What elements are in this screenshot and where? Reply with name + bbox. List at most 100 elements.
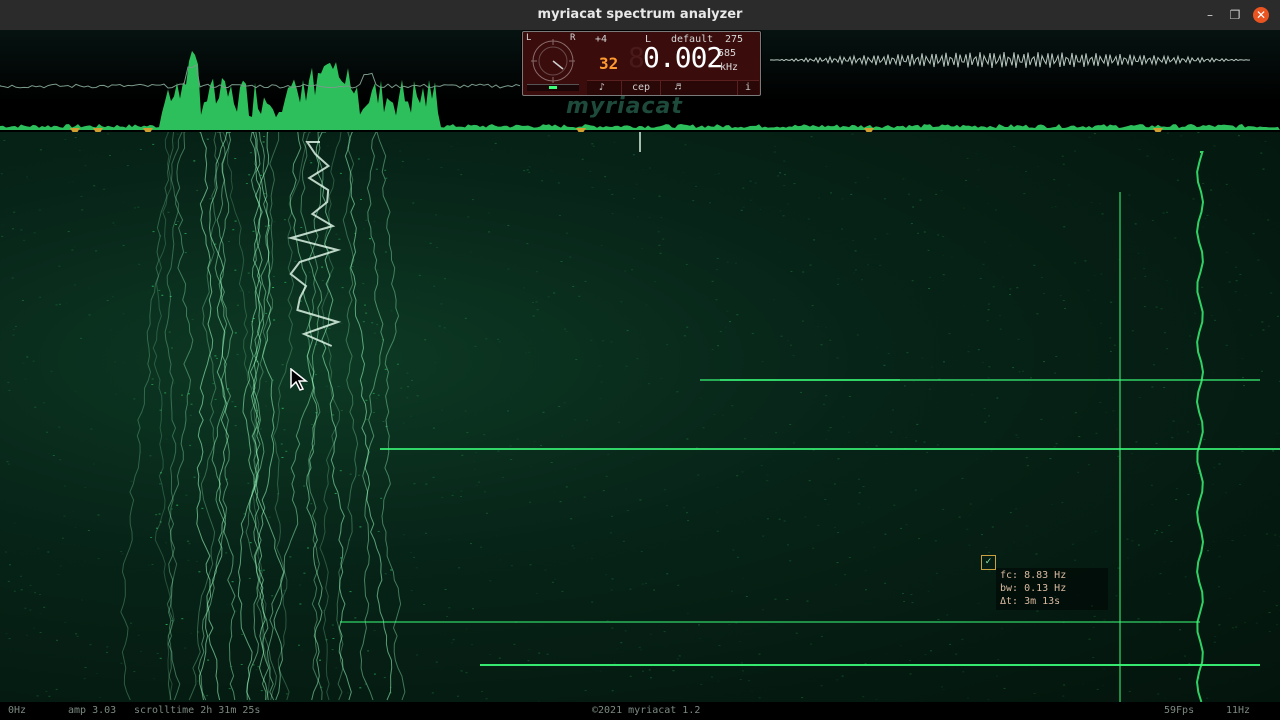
waterfall-speckle bbox=[899, 645, 902, 647]
waterfall-speckle bbox=[39, 296, 42, 298]
waterfall-speckle bbox=[651, 579, 653, 580]
waterfall-speckle bbox=[842, 416, 845, 418]
waterfall-speckle bbox=[1071, 543, 1074, 545]
waterfall-speckle bbox=[362, 228, 365, 230]
waterfall-speckle bbox=[1151, 220, 1154, 221]
waterfall-speckle bbox=[483, 434, 486, 436]
cepstrum-button[interactable]: cep bbox=[621, 81, 661, 95]
waterfall-speckle bbox=[979, 277, 982, 279]
waterfall-speckle bbox=[584, 690, 587, 691]
waterfall-speckle bbox=[758, 653, 761, 655]
waterfall-speckle bbox=[133, 671, 136, 673]
waterfall-speckle bbox=[410, 552, 412, 553]
waterfall-speckle bbox=[879, 264, 881, 266]
waterfall-speckle bbox=[984, 421, 987, 423]
waterfall-speckle bbox=[189, 444, 192, 446]
waterfall-speckle bbox=[331, 649, 334, 651]
waterfall-speckle bbox=[66, 302, 68, 303]
waterfall-speckle bbox=[946, 614, 949, 616]
waterfall-speckle bbox=[633, 197, 635, 199]
waterfall-speckle bbox=[47, 551, 50, 553]
waterfall-speckle bbox=[176, 504, 179, 506]
waterfall-speckle bbox=[1092, 564, 1094, 565]
waterfall-speckle bbox=[1116, 428, 1118, 430]
waterfall-speckle bbox=[444, 278, 446, 280]
music-button[interactable]: ♬ bbox=[663, 81, 693, 95]
waterfall-speckle bbox=[1134, 278, 1136, 279]
waterfall-speckle bbox=[314, 374, 317, 376]
waterfall-speckle bbox=[884, 582, 887, 584]
waterfall-speckle bbox=[83, 678, 86, 680]
control-panel[interactable]: L R +4 L default 275 32 8 0.002 585 kHz … bbox=[522, 31, 761, 96]
waterfall-speckle bbox=[929, 388, 932, 390]
waterfall-speckle bbox=[618, 421, 621, 423]
waterfall-speckle bbox=[1043, 292, 1045, 294]
waterfall-speckle bbox=[4, 551, 7, 553]
info-button[interactable]: i bbox=[737, 81, 758, 95]
waterfall-speckle bbox=[359, 526, 362, 528]
maximize-icon[interactable]: ❐ bbox=[1227, 7, 1243, 23]
waterfall-speckle bbox=[189, 216, 191, 217]
waterfall-speckle bbox=[779, 210, 782, 212]
waterfall-speckle bbox=[1238, 309, 1241, 311]
waterfall-speckle bbox=[851, 133, 854, 135]
waterfall-speckle bbox=[485, 338, 488, 340]
close-icon[interactable]: ✕ bbox=[1253, 7, 1269, 23]
waterfall-speckle bbox=[502, 476, 505, 478]
minimize-icon[interactable]: – bbox=[1202, 7, 1218, 23]
waterfall-speckle bbox=[601, 488, 603, 489]
waterfall-speckle bbox=[1144, 276, 1147, 277]
waterfall-speckle bbox=[976, 458, 979, 460]
waterfall-speckle bbox=[530, 466, 532, 467]
waterfall-speckle bbox=[1218, 624, 1221, 626]
waterfall-speckle bbox=[783, 185, 786, 187]
waterfall-speckle bbox=[546, 653, 549, 655]
waterfall-speckle bbox=[1093, 615, 1096, 617]
waterfall-speckle bbox=[1030, 377, 1032, 379]
waterfall-speckle bbox=[209, 198, 212, 200]
waterfall-speckle bbox=[241, 633, 244, 635]
channel-offset[interactable]: +4 bbox=[595, 34, 607, 45]
waterfall-speckle bbox=[491, 174, 493, 175]
waterfall-speckle bbox=[1112, 410, 1115, 412]
waterfall-speckle bbox=[185, 494, 188, 496]
waterfall-speckle bbox=[648, 167, 651, 169]
waterfall-speckle bbox=[396, 363, 399, 365]
amp-readout[interactable]: amp 3.03 bbox=[68, 705, 116, 716]
waterfall-speckle bbox=[648, 383, 651, 385]
waterfall-speckle bbox=[1002, 276, 1004, 277]
waterfall-speckle bbox=[640, 649, 643, 651]
waterfall-speckle bbox=[5, 633, 8, 635]
waterfall-speckle bbox=[1151, 386, 1154, 388]
waterfall-speckle bbox=[461, 454, 464, 456]
waterfall-speckle bbox=[1197, 423, 1200, 425]
waterfall-speckle bbox=[26, 176, 28, 178]
waterfall-speckle bbox=[570, 518, 573, 520]
metronome-button[interactable]: ♪ bbox=[587, 81, 617, 95]
waterfall-speckle bbox=[787, 544, 789, 546]
fps-readout: 59Fps bbox=[1164, 705, 1195, 716]
waterfall-speckle bbox=[1217, 586, 1220, 588]
waterfall-speckle bbox=[827, 503, 830, 505]
waterfall-speckle bbox=[910, 223, 913, 225]
waterfall-speckle bbox=[1143, 268, 1146, 270]
spectrogram-waterfall[interactable] bbox=[0, 132, 1280, 702]
waterfall-speckle bbox=[608, 424, 610, 425]
waterfall-speckle bbox=[29, 584, 32, 586]
waterfall-speckle bbox=[1068, 184, 1070, 186]
pin-icon[interactable]: ✓ bbox=[981, 555, 996, 570]
waterfall-speckle bbox=[37, 547, 40, 549]
waterfall-speckle bbox=[1081, 683, 1084, 685]
waterfall-speckle bbox=[75, 633, 78, 635]
waterfall-speckle bbox=[1206, 214, 1209, 216]
waterfall-speckle bbox=[139, 650, 142, 652]
scrolltime-readout[interactable]: scrolltime 2h 31m 25s bbox=[134, 705, 260, 716]
waterfall-speckle bbox=[1131, 540, 1134, 542]
frequency-unit: kHz bbox=[720, 62, 739, 73]
waterfall-speckle bbox=[189, 414, 192, 416]
waterfall-speckle bbox=[192, 673, 195, 675]
waterfall-speckle bbox=[239, 290, 242, 292]
waterfall-speckle bbox=[711, 676, 713, 678]
waterfall-speckle bbox=[377, 394, 380, 396]
waterfall-speckle bbox=[24, 378, 27, 380]
